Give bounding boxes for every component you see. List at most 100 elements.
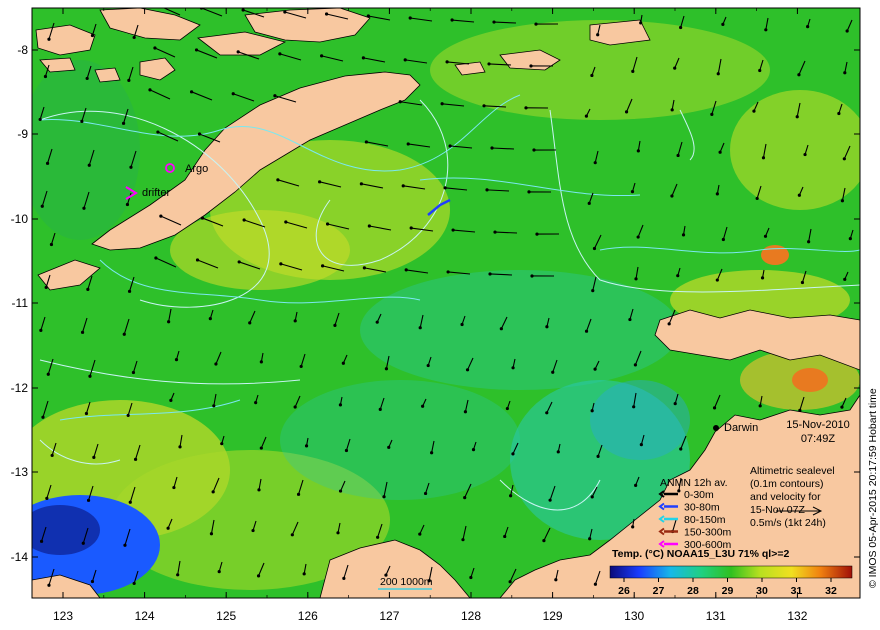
velocity-arrow-head <box>634 483 638 487</box>
velocity-arrow-head <box>43 74 48 79</box>
velocity-arrow-head <box>133 457 138 461</box>
lon-tick-label: 130 <box>624 609 644 623</box>
velocity-arrow-head <box>302 572 306 576</box>
velocity-arrow-head <box>231 92 235 96</box>
velocity-arrow-head <box>366 14 370 18</box>
velocity-arrow-head <box>44 285 48 290</box>
velocity-arrow-head <box>511 452 515 456</box>
velocity-arrow-head <box>800 280 805 285</box>
darwin-marker <box>713 425 719 431</box>
velocity-arrow-head <box>82 206 86 210</box>
velocity-arrow-head <box>212 404 216 408</box>
velocity-arrow-head <box>840 405 844 409</box>
velocity-arrow-head <box>409 226 413 230</box>
velocity-arrow-head <box>341 361 345 365</box>
velocity-arrow-head <box>279 262 283 266</box>
velocity-arrow-head <box>293 319 297 323</box>
velocity-arrow-head <box>632 405 636 409</box>
velocity-arrow-head <box>87 163 91 167</box>
svg-text:15-Nov 07Z: 15-Nov 07Z <box>750 504 805 516</box>
velocity-arrow-head <box>154 256 158 260</box>
velocity-arrow-head <box>148 88 152 92</box>
velocity-arrow-head <box>382 495 386 499</box>
velocity-arrow-head <box>333 323 337 327</box>
velocity-arrow-head <box>508 580 512 584</box>
velocity-arrow-head <box>503 534 507 539</box>
velocity-arrow-head <box>667 322 671 326</box>
velocity-arrow-head <box>237 260 241 264</box>
velocity-arrow-head <box>535 232 539 236</box>
velocity-arrow-head <box>509 494 513 498</box>
velocity-arrow-head <box>843 277 847 281</box>
velocity-arrow-head <box>359 182 364 186</box>
velocity-arrow-head <box>344 448 349 453</box>
velocity-arrow-head <box>639 443 643 447</box>
velocity-arrow-head <box>712 406 717 410</box>
velocity-arrow-head <box>633 363 637 367</box>
velocity-arrow-head <box>440 102 444 106</box>
lon-tick-label: 129 <box>543 609 563 623</box>
velocity-arrow-head <box>189 90 194 94</box>
velocity-arrow-head <box>551 370 555 374</box>
velocity-arrow-head <box>127 78 131 82</box>
velocity-arrow-head <box>404 268 408 272</box>
velocity-arrow-head <box>166 526 170 530</box>
colorbar-tick-label: 30 <box>756 585 768 597</box>
velocity-arrow-head <box>338 489 343 493</box>
velocity-arrow-head <box>278 52 282 56</box>
velocity-arrow-head <box>430 451 434 455</box>
velocity-arrow-head <box>590 495 594 499</box>
lon-tick-label: 132 <box>787 609 807 623</box>
velocity-arrow-head <box>679 25 683 30</box>
lat-tick-label: -13 <box>11 465 29 479</box>
velocity-arrow-head <box>174 358 179 362</box>
velocity-arrow-head <box>448 144 452 148</box>
velocity-arrow-head <box>591 289 595 293</box>
velocity-arrow-head <box>194 48 199 52</box>
colorbar-tick-label: 27 <box>653 585 665 597</box>
velocity-arrow-head <box>92 455 96 459</box>
velocity-arrow-head <box>86 287 90 291</box>
velocity-arrow-head <box>200 216 205 220</box>
velocity-arrow-head <box>426 363 430 368</box>
velocity-arrow-head <box>755 196 759 201</box>
velocity-arrow-head <box>375 320 379 324</box>
velocity-arrow-head <box>320 54 324 58</box>
velocity-arrow-head <box>367 224 371 228</box>
velocity-arrow-head <box>125 202 130 207</box>
velocity-arrow-head <box>126 413 130 418</box>
velocity-arrow-head <box>361 56 365 60</box>
velocity-arrow-head <box>545 325 549 329</box>
velocity-arrow-head <box>845 29 849 33</box>
lon-tick-label: 131 <box>706 609 726 623</box>
velocity-arrow-head <box>460 322 464 327</box>
velocity-arrow-head <box>172 485 176 490</box>
velocity-arrow-head <box>670 194 674 198</box>
velocity-arrow-head <box>718 150 722 154</box>
velocity-arrow-head <box>304 444 309 448</box>
lon-tick-label: 126 <box>298 609 318 623</box>
darwin-label: Darwin <box>724 422 758 434</box>
velocity-arrow-head <box>276 178 280 182</box>
velocity-arrow-head <box>41 415 45 419</box>
velocity-arrow-head <box>128 500 132 504</box>
velocity-arrow-head <box>676 153 680 158</box>
anmn-legend-label: 150-300m <box>684 527 732 539</box>
scale-bar: 200 1000m <box>378 576 433 590</box>
velocity-arrow-head <box>797 193 801 197</box>
velocity-arrow-head <box>131 370 136 375</box>
velocity-arrow-head <box>153 46 157 50</box>
velocity-arrow-head <box>532 148 536 152</box>
velocity-arrow-head <box>715 278 719 282</box>
velocity-arrow-head <box>80 330 85 334</box>
velocity-arrow-head <box>158 4 161 7</box>
velocity-arrow-head <box>797 73 801 77</box>
anmn-legend-label: 30-80m <box>684 502 720 514</box>
velocity-arrow-head <box>673 66 677 70</box>
velocity-arrow-head <box>90 579 95 584</box>
velocity-arrow-head <box>403 58 407 62</box>
velocity-arrow-head <box>451 228 455 232</box>
lon-tick-label: 128 <box>461 609 481 623</box>
velocity-arrow-head <box>450 18 454 22</box>
velocity-arrow-head <box>423 491 428 496</box>
